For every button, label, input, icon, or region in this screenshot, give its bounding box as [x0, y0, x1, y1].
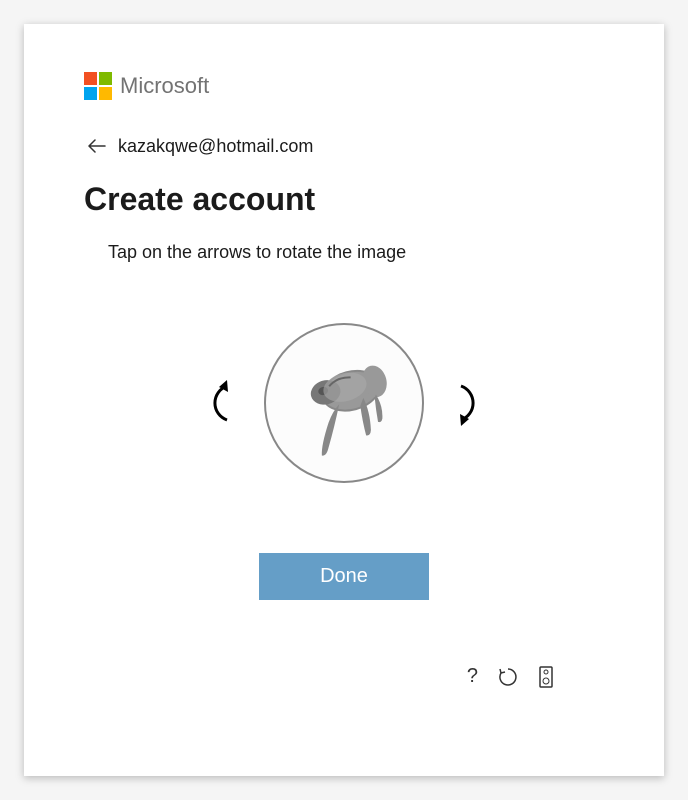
- rotate-left-arrow-icon: [205, 380, 235, 426]
- page-title: Create account: [84, 181, 604, 218]
- back-arrow-icon[interactable]: [88, 137, 106, 157]
- done-button[interactable]: Done: [259, 553, 429, 600]
- rotate-right-button[interactable]: [452, 379, 484, 427]
- account-email: kazakqwe@hotmail.com: [118, 136, 313, 157]
- brand-name: Microsoft: [120, 73, 209, 99]
- microsoft-logo-icon: [84, 72, 112, 100]
- rotate-left-button[interactable]: [204, 379, 236, 427]
- audio-icon[interactable]: [538, 666, 554, 688]
- captcha-image-container: [264, 323, 424, 483]
- captcha-instruction: Tap on the arrows to rotate the image: [108, 242, 604, 263]
- signup-card: Microsoft kazakqwe@hotmail.com Create ac…: [24, 24, 664, 776]
- captcha-footer-controls: ?: [467, 665, 554, 688]
- brand-row: Microsoft: [84, 72, 604, 100]
- identity-row: kazakqwe@hotmail.com: [88, 136, 604, 157]
- captcha-animal-image: [267, 333, 421, 473]
- refresh-icon[interactable]: [498, 667, 518, 687]
- help-icon[interactable]: ?: [467, 665, 478, 688]
- rotate-right-arrow-icon: [453, 380, 483, 426]
- captcha-area: [84, 323, 604, 483]
